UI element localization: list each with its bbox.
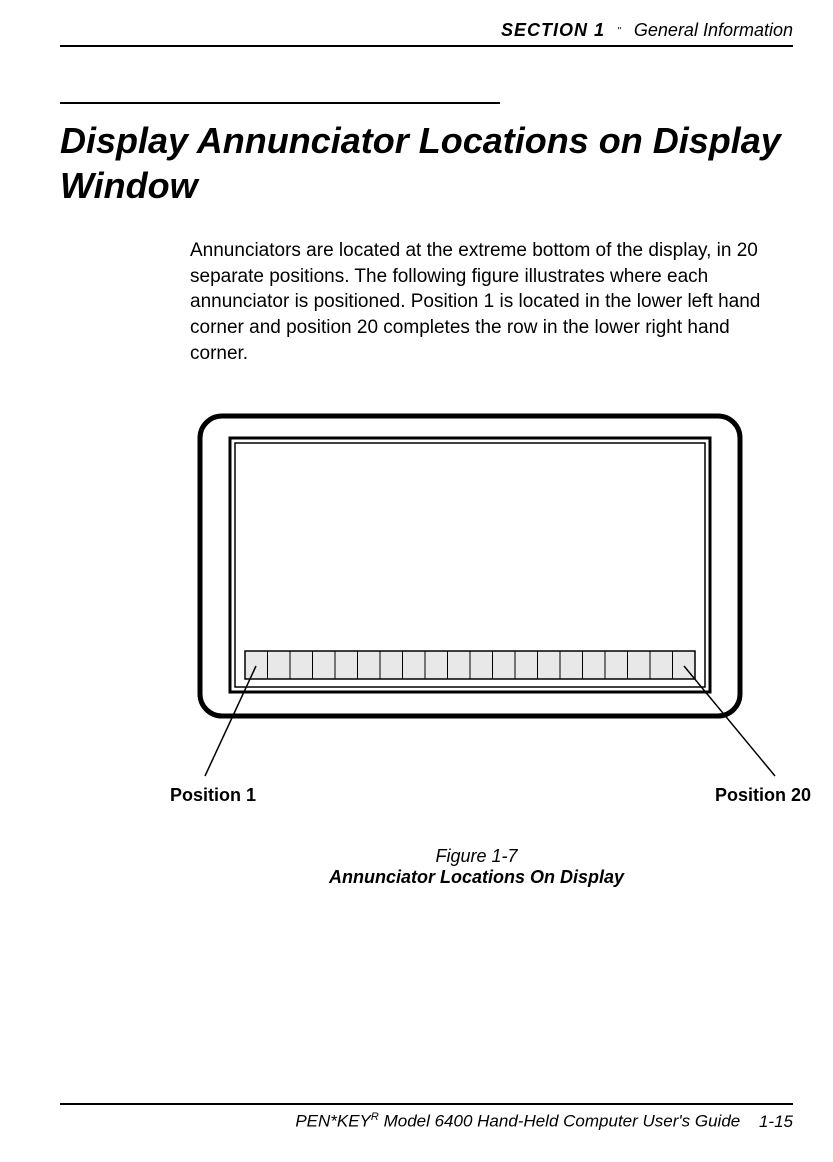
footer-guide-name: Model 6400 Hand-Held Computer User's Gui… xyxy=(379,1112,740,1131)
header-chapter-name: General Information xyxy=(634,20,793,40)
label-position-20: Position 20 xyxy=(715,785,811,805)
annunciator-strip xyxy=(245,651,695,679)
page-title: Display Annunciator Locations on Display… xyxy=(60,118,793,208)
running-header: SECTION 1 " General Information xyxy=(60,20,793,47)
body-paragraph: Annunciators are located at the extreme … xyxy=(190,238,790,366)
figure-caption: Figure 1-7 Annunciator Locations On Disp… xyxy=(160,846,793,888)
running-footer: PEN*KEYR Model 6400 Hand-Held Computer U… xyxy=(60,1103,793,1132)
header-separator: " xyxy=(609,26,629,37)
header-section: SECTION 1 xyxy=(501,20,605,40)
page: SECTION 1 " General Information Display … xyxy=(0,0,833,1162)
figure-title: Annunciator Locations On Display xyxy=(160,867,793,888)
label-position-1: Position 1 xyxy=(170,785,256,805)
figure-number: Figure 1-7 xyxy=(160,846,793,867)
figure: Position 1 Position 20 Figure 1-7 Annunc… xyxy=(160,406,793,888)
footer-brand-mark: R xyxy=(371,1111,379,1123)
footer-page-number: 1-15 xyxy=(759,1112,793,1131)
footer-brand: PEN*KEY xyxy=(295,1112,371,1131)
display-diagram: Position 1 Position 20 xyxy=(160,406,820,816)
title-rule xyxy=(60,102,500,104)
